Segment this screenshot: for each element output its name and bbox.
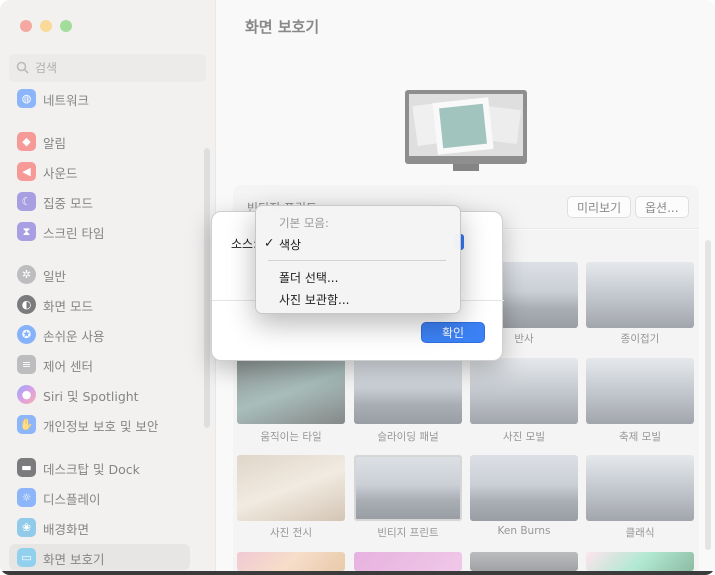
dock-icon: ▬ — [17, 458, 36, 477]
sidebar-item-screen-saver[interactable]: ▭ 화면 보호기 — [9, 544, 190, 570]
menu-separator — [268, 260, 446, 261]
menu-section-header: 기본 모음: — [279, 216, 329, 230]
checkmark-icon: ✓ — [264, 235, 275, 250]
hand-icon: ✋ — [17, 415, 36, 434]
screensaver-icon: ▭ — [17, 548, 36, 567]
appearance-icon: ◐ — [17, 295, 36, 314]
flower-icon: ❀ — [17, 518, 36, 537]
sidebar-item-appearance[interactable]: ◐ 화면 모드 — [9, 291, 190, 317]
thumbnail-partial[interactable] — [586, 552, 694, 571]
menu-item-photos-library[interactable]: 사진 보관함... — [261, 289, 457, 309]
sidebar-item-label: 집중 모드 — [43, 196, 93, 211]
thumbnail-label: 사진 모빌 — [503, 431, 545, 443]
sidebar-item-privacy-security[interactable]: ✋ 개인정보 보호 및 보안 — [9, 411, 190, 437]
sidebar-item-control-center[interactable]: ≡ 제어 센터 — [9, 351, 190, 377]
preview-button[interactable]: 미리보기 — [567, 196, 632, 218]
thumbnail-label: 사진 전시 — [270, 527, 312, 539]
sidebar: ◍ 네트워크 ◆ 알림 ◀ 사운드 ☾ 집중 모드 ⧗ 스크린 타임 ✲ 일반 … — [0, 0, 216, 575]
sidebar-item-wallpaper[interactable]: ❀ 배경화면 — [9, 514, 190, 540]
sidebar-scrollbar[interactable] — [204, 148, 210, 428]
siri-icon: ● — [17, 385, 36, 404]
sidebar-item-label: 제어 센터 — [43, 359, 93, 374]
sidebar-item-desktop-dock[interactable]: ▬ 데스크탑 및 Dock — [9, 454, 190, 480]
sidebar-item-label: 개인정보 보호 및 보안 — [43, 419, 159, 434]
sidebar-item-sound[interactable]: ◀ 사운드 — [9, 158, 190, 184]
speaker-icon: ◀ — [17, 162, 36, 181]
sidebar-item-label: 데스크탑 및 Dock — [43, 462, 140, 477]
thumbnail-photo-wall[interactable] — [237, 455, 345, 521]
options-button[interactable]: 옵션... — [635, 196, 689, 218]
hourglass-icon: ⧗ — [17, 222, 36, 241]
sidebar-item-network[interactable]: ◍ 네트워크 — [9, 85, 190, 111]
thumbnail-shifting-tiles[interactable] — [237, 358, 345, 424]
thumbnail-label: 축제 모빌 — [619, 431, 661, 443]
menu-item-label: 사진 보관함... — [279, 293, 350, 307]
thumbnail-classic[interactable] — [586, 455, 694, 521]
thumbnail-origami[interactable] — [586, 262, 694, 328]
thumbnail-label: 빈티지 프린트 — [377, 527, 439, 539]
dock-edge — [0, 571, 715, 575]
thumbnail-partial[interactable] — [237, 552, 345, 571]
sidebar-item-focus[interactable]: ☾ 집중 모드 — [9, 188, 190, 214]
ok-button[interactable]: 확인 — [421, 322, 485, 343]
sidebar-item-general[interactable]: ✲ 일반 — [9, 261, 190, 287]
sidebar-item-screen-time[interactable]: ⧗ 스크린 타임 — [9, 218, 190, 244]
thumbnail-label: Ken Burns — [497, 525, 551, 537]
menu-item-label: 색상 — [279, 238, 302, 252]
control-center-icon: ≡ — [17, 355, 36, 374]
sidebar-item-label: 손쉬운 사용 — [43, 329, 105, 344]
thumbnail-photo-mobile[interactable] — [470, 358, 578, 424]
sidebar-item-label: 일반 — [43, 269, 67, 284]
menu-item-label: 폴더 선택... — [279, 271, 339, 285]
thumbnail-partial[interactable] — [470, 552, 578, 571]
sidebar-search[interactable] — [9, 54, 206, 82]
close-window-button[interactable] — [20, 20, 32, 32]
moon-icon: ☾ — [17, 192, 36, 211]
search-icon — [16, 61, 29, 74]
sidebar-item-label: 사운드 — [43, 166, 78, 181]
sidebar-item-label: 화면 보호기 — [43, 552, 105, 567]
sidebar-item-displays[interactable]: ☼ 디스플레이 — [9, 484, 190, 510]
sidebar-item-label: 스크린 타임 — [43, 226, 105, 241]
grid-scrollbar[interactable] — [705, 240, 711, 550]
gear-icon: ✲ — [17, 265, 36, 284]
sidebar-item-accessibility[interactable]: ✪ 손쉬운 사용 — [9, 321, 190, 347]
thumbnail-label: 움직이는 타일 — [260, 431, 322, 443]
thumbnail-sliding-panels[interactable] — [354, 358, 462, 424]
thumbnail-vintage-prints[interactable] — [354, 455, 462, 521]
sidebar-item-label: 알림 — [43, 136, 67, 151]
search-input[interactable] — [35, 54, 195, 82]
screensaver-preview-monitor — [405, 90, 527, 164]
sidebar-item-siri-spotlight[interactable]: ● Siri 및 Spotlight — [9, 381, 190, 407]
thumbnail-holiday-mobile[interactable] — [586, 358, 694, 424]
sidebar-item-notifications[interactable]: ◆ 알림 — [9, 128, 190, 154]
menu-item-choose-folder[interactable]: 폴더 선택... — [261, 267, 457, 287]
bell-icon: ◆ — [17, 132, 36, 151]
sidebar-item-label: 화면 모드 — [43, 299, 93, 314]
sidebar-item-label: 배경화면 — [43, 522, 90, 537]
monitor-stand — [453, 164, 479, 171]
sidebar-item-label: 디스플레이 — [43, 492, 101, 507]
thumbnail-label: 클래식 — [625, 527, 655, 539]
sun-icon: ☼ — [17, 488, 36, 507]
globe-icon: ◍ — [17, 89, 36, 108]
thumbnail-partial[interactable] — [354, 552, 462, 571]
source-popup-menu: 기본 모음: ✓ 색상 폴더 선택... 사진 보관함... — [255, 205, 461, 314]
minimize-window-button[interactable] — [40, 20, 52, 32]
page-title: 화면 보호기 — [245, 18, 320, 36]
menu-item-colors[interactable]: ✓ 색상 — [261, 234, 457, 254]
thumbnail-label: 종이접기 — [620, 333, 660, 345]
zoom-window-button[interactable] — [60, 20, 72, 32]
thumbnail-ken-burns[interactable] — [470, 455, 578, 521]
source-label: 소스: — [231, 237, 258, 251]
sidebar-item-label: 네트워크 — [43, 93, 90, 108]
thumbnail-label: 슬라이딩 패널 — [377, 431, 439, 443]
accessibility-icon: ✪ — [17, 325, 36, 344]
sidebar-item-label: Siri 및 Spotlight — [43, 389, 139, 404]
